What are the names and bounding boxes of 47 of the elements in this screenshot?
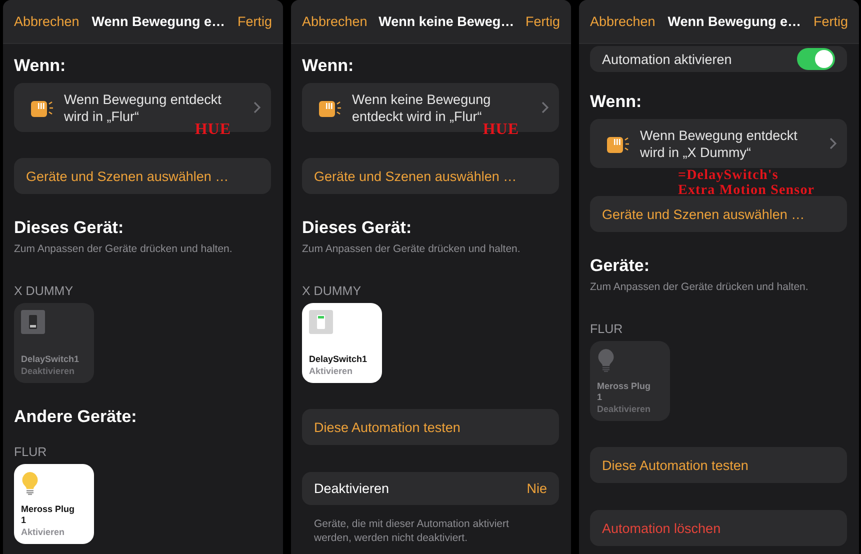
room-label: X DUMMY — [14, 284, 74, 298]
section-heading: Geräte: — [590, 256, 651, 276]
done-button[interactable]: Fertig — [237, 14, 272, 29]
trigger-row[interactable]: Wenn Bewegung entdeckt wird in „Flur“ HUE — [14, 83, 271, 132]
hint-text: Zum Anpassen der Geräte drücken und halten. — [302, 242, 522, 256]
chevron-icon — [829, 137, 837, 150]
window-title: Wenn keine Beweg… — [378, 14, 514, 29]
section-heading: Wenn: — [14, 56, 67, 76]
action-button[interactable]: Diese Automation testen — [590, 447, 847, 483]
action-button[interactable]: Geräte und Szenen auswählen … — [14, 158, 271, 194]
detail-row[interactable]: Deaktivieren Nie — [302, 472, 559, 505]
chevron-icon — [253, 101, 261, 114]
trigger-row[interactable]: Wenn Bewegung entdeckt wird in „X Dummy“ — [590, 119, 847, 168]
hint-text: Zum Anpassen der Geräte drücken und halten. — [14, 242, 234, 256]
hint-text: Zum Anpassen der Geräte drücken und halten. — [590, 280, 810, 294]
cancel-button[interactable]: Abbrechen — [14, 14, 80, 29]
action-button[interactable]: Geräte und Szenen auswählen … — [302, 158, 559, 194]
device-tile[interactable]: DelaySwitch1 Deaktivieren — [14, 303, 94, 383]
device-tile[interactable]: DelaySwitch1 Aktivieren — [302, 303, 382, 383]
toggle-switch[interactable] — [797, 48, 835, 70]
section-heading: Andere Geräte: — [14, 407, 138, 427]
section-heading: Wenn: — [590, 92, 643, 112]
cancel-button[interactable]: Abbrechen — [590, 14, 656, 29]
window-title: Wenn Bewegung e… — [668, 14, 802, 29]
device-tile[interactable]: Meross Plug 1 Deaktivieren — [590, 341, 670, 421]
window-title: Wenn Bewegung e… — [92, 14, 226, 29]
chevron-icon — [541, 101, 549, 114]
device-tile[interactable]: Meross Plug 1 Aktivieren — [14, 464, 94, 544]
switch-icon — [21, 310, 45, 334]
setting-label: Automation aktivieren — [602, 52, 732, 66]
cancel-button[interactable]: Abbrechen — [302, 14, 368, 29]
action-button[interactable]: Diese Automation testen — [302, 409, 559, 445]
annotation-text: =DelaySwitch's Extra Motion Sensor — [678, 168, 815, 198]
done-button[interactable]: Fertig — [525, 14, 560, 29]
room-label: X DUMMY — [302, 284, 362, 298]
section-heading: Dieses Gerät: — [302, 218, 413, 238]
section-heading: Dieses Gerät: — [14, 218, 125, 238]
room-label: FLUR — [590, 322, 624, 336]
footnote-text: Geräte, die mit dieser Automation aktiviert werden, werden nicht deaktiviert. — [313, 517, 510, 545]
action-button[interactable]: Geräte und Szenen auswählen … — [590, 196, 847, 232]
section-heading: Wenn: — [302, 56, 355, 76]
trigger-row[interactable]: Wenn keine Bewegung entdeckt wird in „Flur“ HUE — [302, 83, 559, 132]
light-bulb-icon — [21, 471, 39, 495]
light-bulb-icon — [597, 348, 615, 372]
switch-icon — [309, 310, 333, 334]
room-label: FLUR — [14, 445, 48, 459]
done-button[interactable]: Fertig — [813, 14, 848, 29]
